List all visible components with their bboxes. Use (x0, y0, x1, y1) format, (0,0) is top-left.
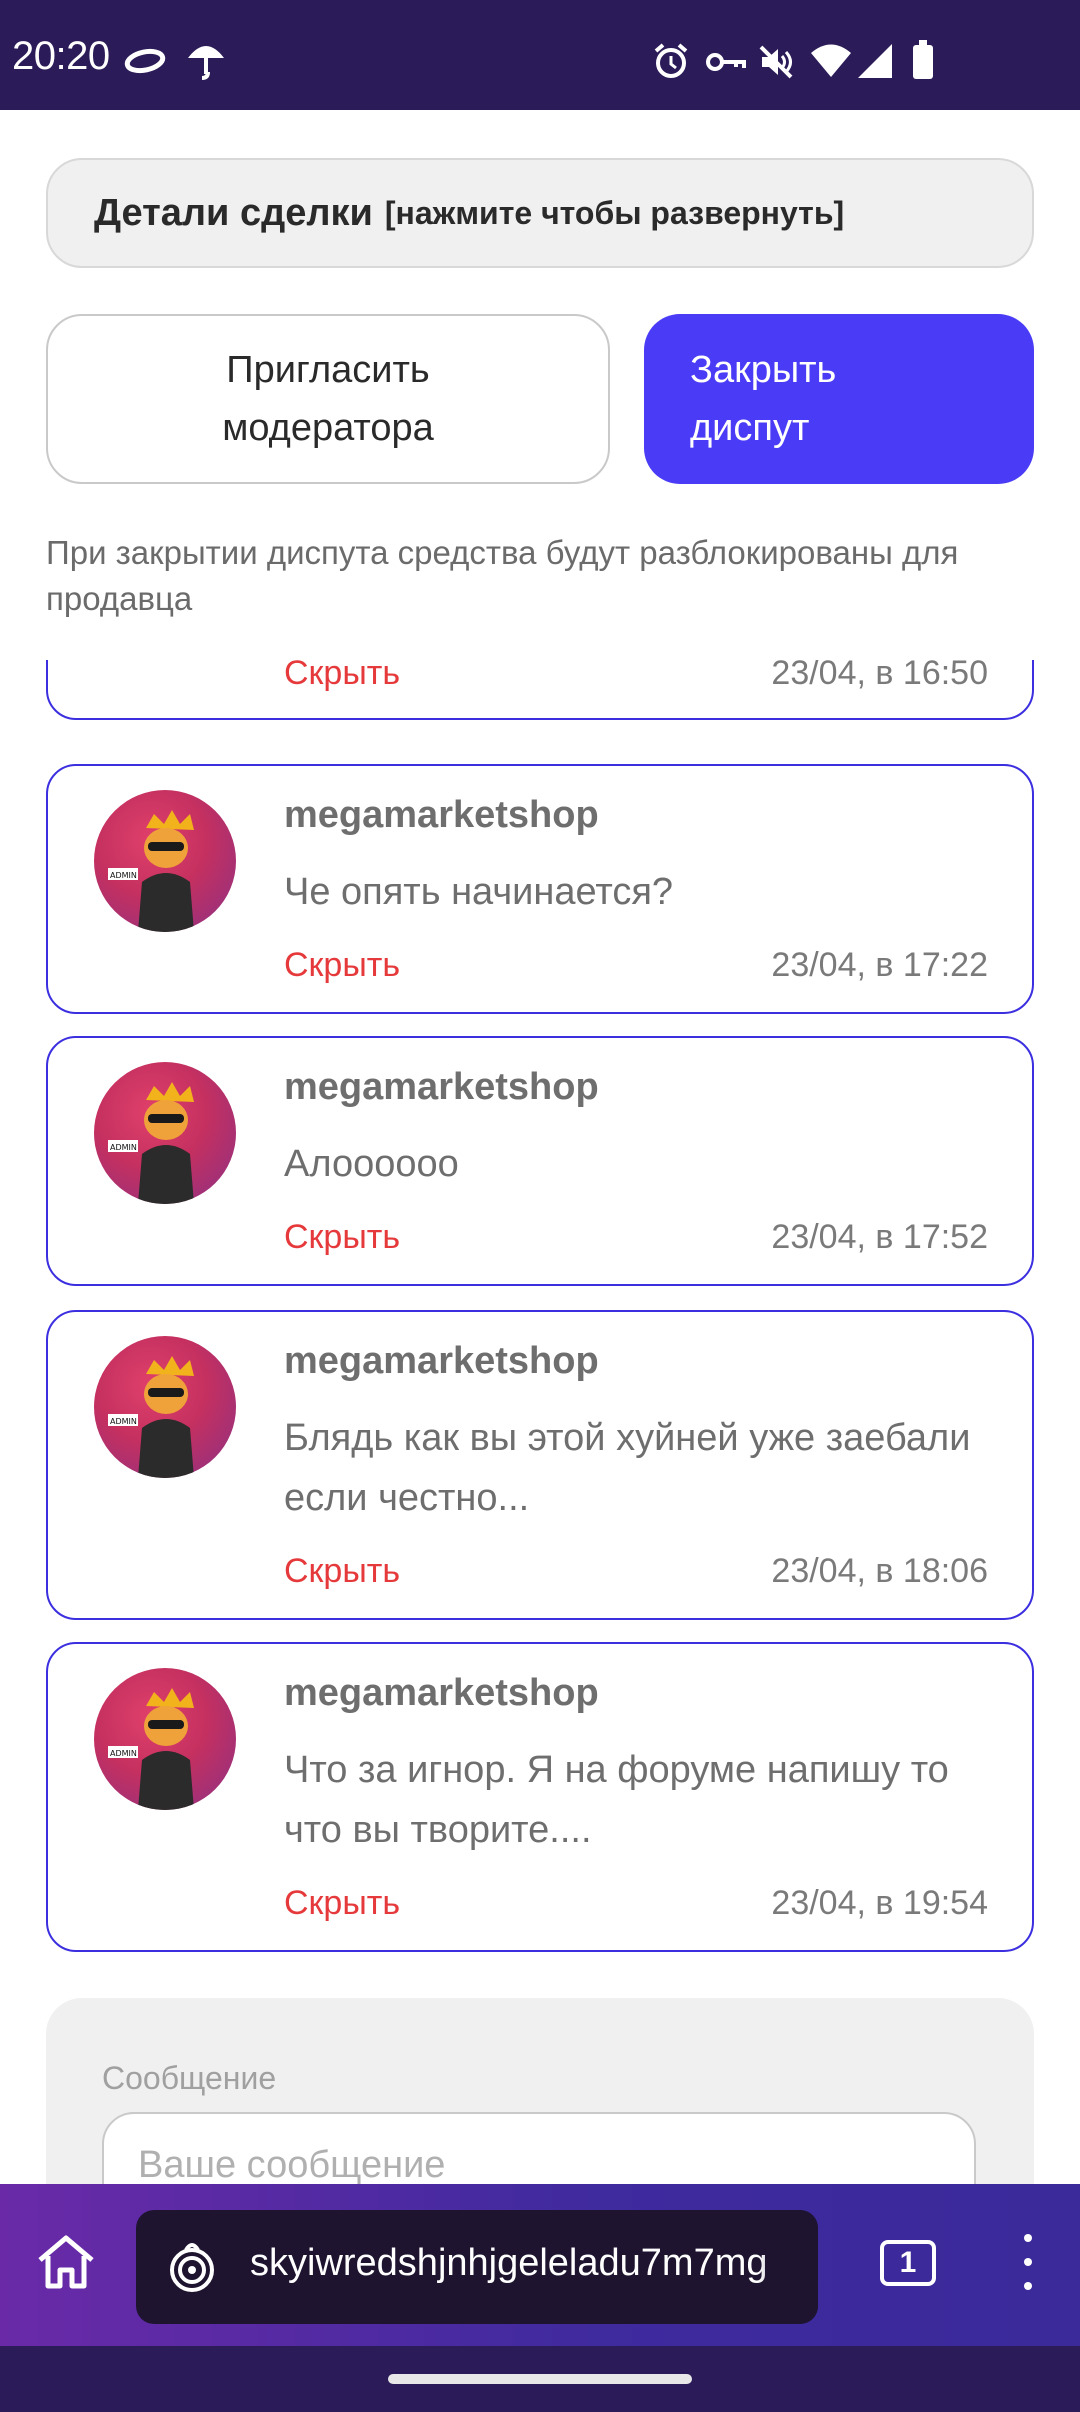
key-icon (706, 50, 746, 74)
menu-kebab-icon[interactable] (1012, 2234, 1044, 2300)
message-username: megamarketshop (284, 1066, 599, 1108)
hide-message-link[interactable]: Скрыть (284, 946, 400, 985)
svg-text:ADMIN: ADMIN (110, 1749, 137, 1758)
message-card: ADMIN megamarketshop Че опять начинается… (46, 764, 1034, 1014)
message-username: megamarketshop (284, 1672, 599, 1714)
message-time: 23/04, в 18:06 (771, 1552, 988, 1590)
battery-icon (912, 40, 934, 80)
browser-toolbar: skyiwredshjnhjgeleladu7m7mg 1 (0, 2184, 1080, 2346)
compose-label: Сообщение (102, 2060, 277, 2096)
home-icon[interactable] (34, 2232, 98, 2297)
hide-message-link[interactable]: Скрыть (284, 1552, 400, 1591)
wifi-icon (810, 44, 852, 78)
tab-count-button[interactable]: 1 (880, 2240, 936, 2286)
close-dispute-button[interactable]: Закрыть диспут (644, 314, 1034, 484)
tab-count: 1 (899, 2246, 917, 2279)
svg-text:ADMIN: ADMIN (110, 1143, 137, 1152)
message-time: 23/04, в 17:52 (771, 1218, 988, 1256)
message-list[interactable]: Скрыть 23/04, в 16:50 ADMIN megamarketsh… (46, 660, 1034, 1960)
message-text: Че опять начинается? (284, 871, 674, 913)
message-card: ADMIN megamarketshop Что за игнор. Я на … (46, 1642, 1034, 1952)
close-dispute-note: При закрытии диспута средства будут разб… (46, 534, 959, 617)
system-nav-bar (0, 2346, 1080, 2412)
svg-text:ADMIN: ADMIN (110, 871, 137, 880)
url-fade (758, 2210, 818, 2324)
hide-message-link[interactable]: Скрыть (284, 1884, 400, 1923)
message-username: megamarketshop (284, 1340, 599, 1382)
invite-moderator-button[interactable]: Пригласить модератора (46, 314, 610, 484)
message-text: Блядь как вы этой хуйней уже заебали есл… (284, 1417, 971, 1519)
alarm-icon (652, 42, 690, 80)
message-card: Скрыть 23/04, в 16:50 (46, 660, 1034, 720)
gesture-handle[interactable] (388, 2374, 692, 2384)
svg-text:ADMIN: ADMIN (110, 1417, 137, 1426)
avatar: ADMIN (94, 790, 236, 932)
url-text: skyiwredshjnhjgeleladu7m7mg (250, 2242, 768, 2284)
message-text: Что за игнор. Я на форуме напишу то что … (284, 1749, 949, 1851)
umbrella-icon (186, 40, 226, 82)
hide-message-link[interactable]: Скрыть (284, 1218, 400, 1257)
signal-icon (858, 44, 894, 78)
message-time: 23/04, в 16:50 (771, 660, 988, 692)
mute-icon (758, 44, 794, 80)
message-username: megamarketshop (284, 794, 599, 836)
invite-moderator-label: Пригласить модератора (222, 349, 434, 449)
message-time: 23/04, в 19:54 (771, 1884, 988, 1922)
onion-lock-icon (166, 2240, 218, 2299)
deal-details-hint: [нажмите чтобы развернуть] (384, 194, 845, 231)
status-time: 20:20 (12, 34, 110, 78)
status-bar: 20:20 (0, 0, 1080, 110)
deal-details-toggle[interactable]: Детали сделки [нажмите чтобы развернуть] (46, 158, 1034, 268)
avatar: ADMIN (94, 1668, 236, 1810)
message-card: ADMIN megamarketshop Блядь как вы этой х… (46, 1310, 1034, 1620)
hide-message-link[interactable]: Скрыть (284, 660, 400, 693)
avatar: ADMIN (94, 1336, 236, 1478)
halo-icon (124, 48, 166, 74)
message-card: ADMIN megamarketshop Алоооооо Скрыть 23/… (46, 1036, 1034, 1286)
message-time: 23/04, в 17:22 (771, 946, 988, 984)
avatar: ADMIN (94, 1062, 236, 1204)
message-text: Алоооооо (284, 1143, 459, 1185)
deal-details-title: Детали сделки (94, 191, 373, 234)
address-bar[interactable]: skyiwredshjnhjgeleladu7m7mg (136, 2210, 818, 2324)
close-dispute-label: Закрыть диспут (690, 349, 837, 449)
